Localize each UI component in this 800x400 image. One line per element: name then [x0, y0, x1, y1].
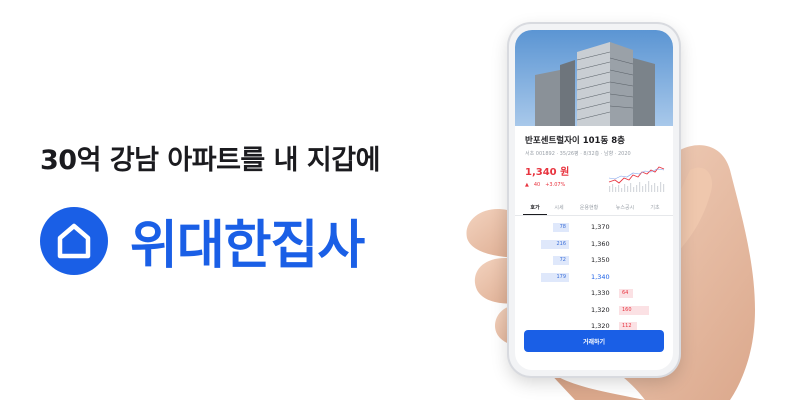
current-price: 1,340 원 [525, 167, 570, 178]
tab-basics[interactable]: 기초 [643, 201, 667, 215]
orderbook-row[interactable]: 78 1,370 [515, 220, 673, 237]
detail-tabs: 호가 시세 운용현황 뉴스공시 기초 [515, 201, 673, 216]
bid-volume: 64 [622, 290, 629, 296]
current-price-row: 1,340 [591, 272, 610, 281]
phone-mockup: 반포센트럴자이 101동 8층 서초 001892 · 35/26평 · 8/3… [509, 24, 679, 376]
price-sparkline [608, 166, 665, 192]
listing-meta: 서초 001892 · 35/26평 · 8/32층 · 남향 · 2020 [525, 151, 631, 157]
change-amount: 40 [533, 182, 541, 188]
ask-volume: 216 [556, 240, 566, 247]
bid-price: 1,320 [591, 322, 610, 330]
building-photo [515, 30, 673, 126]
tab-orderbook[interactable]: 호가 [523, 201, 547, 215]
orderbook: 78 1,370 216 1,360 72 1,350 179 1,340 1,… [515, 220, 673, 336]
bid-price: 1,330 [591, 289, 610, 297]
phone-screen: 반포센트럴자이 101동 8층 서초 001892 · 35/26평 · 8/3… [515, 30, 673, 370]
brand-lockup: 위대한집사 [40, 203, 365, 278]
up-arrow-icon: ▲ [525, 182, 529, 188]
trade-button[interactable]: 거래하기 [524, 330, 664, 352]
ask-price: 1,360 [591, 239, 610, 248]
price-change: ▲ 40 +3.07% [525, 182, 570, 188]
listing-title: 반포센트럴자이 101동 8층 [525, 136, 625, 146]
ask-price: 1,350 [591, 256, 610, 264]
bid-price: 1,320 [591, 305, 610, 314]
bid-volume: 160 [622, 306, 632, 313]
orderbook-row[interactable]: 179 1,340 [515, 270, 673, 287]
orderbook-row[interactable]: 1,320 160 [515, 303, 673, 320]
brand-name: 위대한집사 [130, 216, 365, 276]
change-percent: +3.07% [545, 182, 566, 188]
ask-volume: 72 [559, 257, 566, 263]
ask-volume: 78 [559, 224, 566, 230]
tagline: 30억 강남 아파트를 내 지갑에 [40, 145, 380, 176]
ask-volume: 179 [556, 273, 566, 280]
orderbook-row[interactable]: 72 1,350 [515, 253, 673, 270]
ask-price: 1,370 [591, 223, 610, 231]
tab-news[interactable]: 뉴스공시 [607, 201, 643, 215]
orderbook-row[interactable]: 216 1,360 [515, 237, 673, 254]
tab-market-price[interactable]: 시세 [547, 201, 571, 215]
tab-operation[interactable]: 운용현황 [571, 201, 607, 215]
house-icon [40, 206, 108, 275]
orderbook-row[interactable]: 1,330 64 [515, 286, 673, 303]
bid-volume: 112 [622, 323, 632, 329]
